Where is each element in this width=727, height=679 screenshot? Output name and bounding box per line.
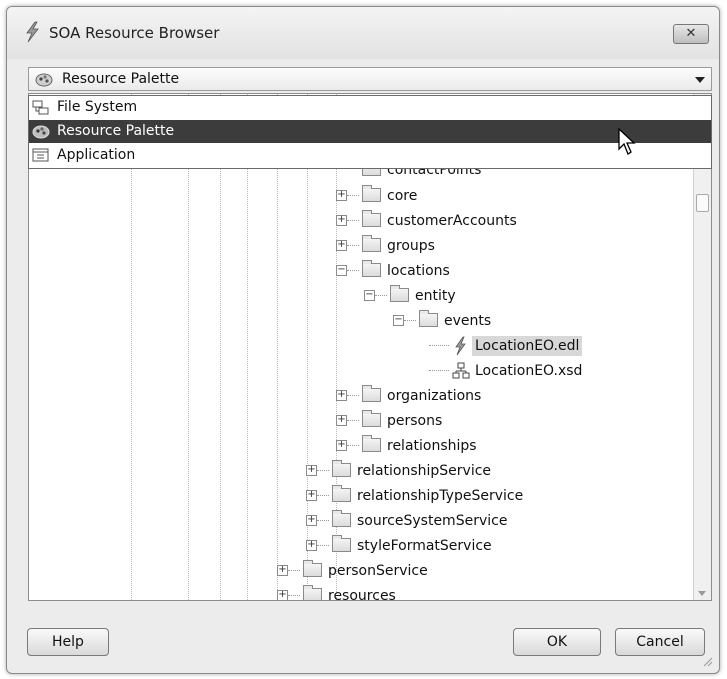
close-icon: ✕ (685, 26, 697, 41)
expand-icon[interactable]: + (306, 540, 317, 551)
folder-icon (332, 460, 351, 477)
folder-icon (332, 535, 351, 552)
application-icon (32, 148, 49, 162)
folder-icon (362, 210, 381, 227)
tree-item[interactable]: + relationshipService (29, 460, 689, 481)
folder-icon (362, 235, 381, 252)
file-system-icon (32, 100, 49, 115)
folder-icon (362, 260, 381, 277)
resize-grip-icon[interactable] (703, 657, 713, 667)
resource-palette-icon (32, 125, 50, 139)
folder-icon (303, 585, 322, 600)
expand-icon[interactable]: + (306, 490, 317, 501)
expand-icon[interactable]: + (277, 590, 288, 600)
close-button[interactable]: ✕ (673, 24, 709, 44)
expand-icon[interactable]: + (336, 240, 347, 251)
expand-icon[interactable]: + (336, 190, 347, 201)
tree-item[interactable]: + relationships (29, 435, 689, 456)
scrollbar-thumb[interactable] (696, 194, 709, 212)
lightning-icon (26, 21, 39, 43)
folder-icon (362, 185, 381, 202)
tree-item[interactable]: + persons (29, 410, 689, 431)
tree-item[interactable]: + customerAccounts (29, 210, 689, 231)
collapse-icon[interactable]: − (364, 290, 375, 301)
collapse-icon[interactable]: − (336, 265, 347, 276)
chevron-down-icon[interactable] (695, 77, 705, 83)
tree-item[interactable]: + core (29, 185, 689, 206)
dropdown-option-file-system[interactable]: File System (29, 96, 711, 119)
source-select-value: Resource Palette (62, 71, 180, 87)
title-bar[interactable]: SOA Resource Browser ✕ (7, 7, 719, 59)
mouse-pointer-icon (618, 127, 636, 155)
help-button[interactable]: Help (27, 628, 109, 656)
folder-icon (332, 510, 351, 527)
tree-item[interactable]: + groups (29, 235, 689, 256)
tree-item[interactable]: + organizations (29, 385, 689, 406)
scroll-down-arrow-icon[interactable] (698, 591, 706, 596)
source-dropdown-list: File System Resource Palette Application (28, 95, 712, 169)
tree-item[interactable]: + personService (29, 560, 689, 581)
tree-item[interactable]: + resources (29, 585, 689, 600)
window-title: SOA Resource Browser (49, 24, 220, 42)
schema-icon (452, 362, 470, 379)
folder-icon (419, 310, 438, 327)
expand-icon[interactable]: + (336, 215, 347, 226)
source-select[interactable]: Resource Palette (28, 67, 712, 91)
folder-icon (303, 560, 322, 577)
tree-item[interactable]: LocationEO.xsd (29, 361, 689, 381)
tree-item[interactable]: + styleFormatService (29, 535, 689, 556)
cancel-button[interactable]: Cancel (615, 628, 705, 656)
event-definition-icon (455, 336, 466, 356)
soa-resource-browser-dialog: SOA Resource Browser ✕ Resource Palette … (6, 6, 720, 674)
resource-palette-icon (35, 73, 53, 87)
tree-item[interactable]: LocationEO.edl (29, 336, 689, 356)
expand-icon[interactable]: + (306, 465, 317, 476)
expand-icon[interactable]: + (306, 515, 317, 526)
tree-item[interactable]: − events (29, 310, 689, 331)
tree-item[interactable]: − locations (29, 260, 689, 281)
ok-button[interactable]: OK (513, 628, 601, 656)
expand-icon[interactable]: + (336, 390, 347, 401)
expand-icon[interactable]: + (336, 440, 347, 451)
expand-icon[interactable]: + (277, 565, 288, 576)
vertical-scrollbar[interactable] (693, 94, 711, 600)
folder-icon (362, 385, 381, 402)
tree-item[interactable]: − entity (29, 285, 689, 306)
collapse-icon[interactable]: − (393, 315, 404, 326)
folder-icon (332, 485, 351, 502)
dropdown-option-application[interactable]: Application (29, 144, 711, 167)
folder-icon (390, 285, 409, 302)
dropdown-option-resource-palette[interactable]: Resource Palette (29, 120, 711, 143)
resource-tree[interactable]: contactPoints + core + customerAccounts … (28, 93, 712, 601)
tree-item[interactable]: + sourceSystemService (29, 510, 689, 531)
folder-icon (362, 435, 381, 452)
expand-icon[interactable]: + (336, 415, 347, 426)
folder-icon (362, 410, 381, 427)
tree-item[interactable]: + relationshipTypeService (29, 485, 689, 506)
